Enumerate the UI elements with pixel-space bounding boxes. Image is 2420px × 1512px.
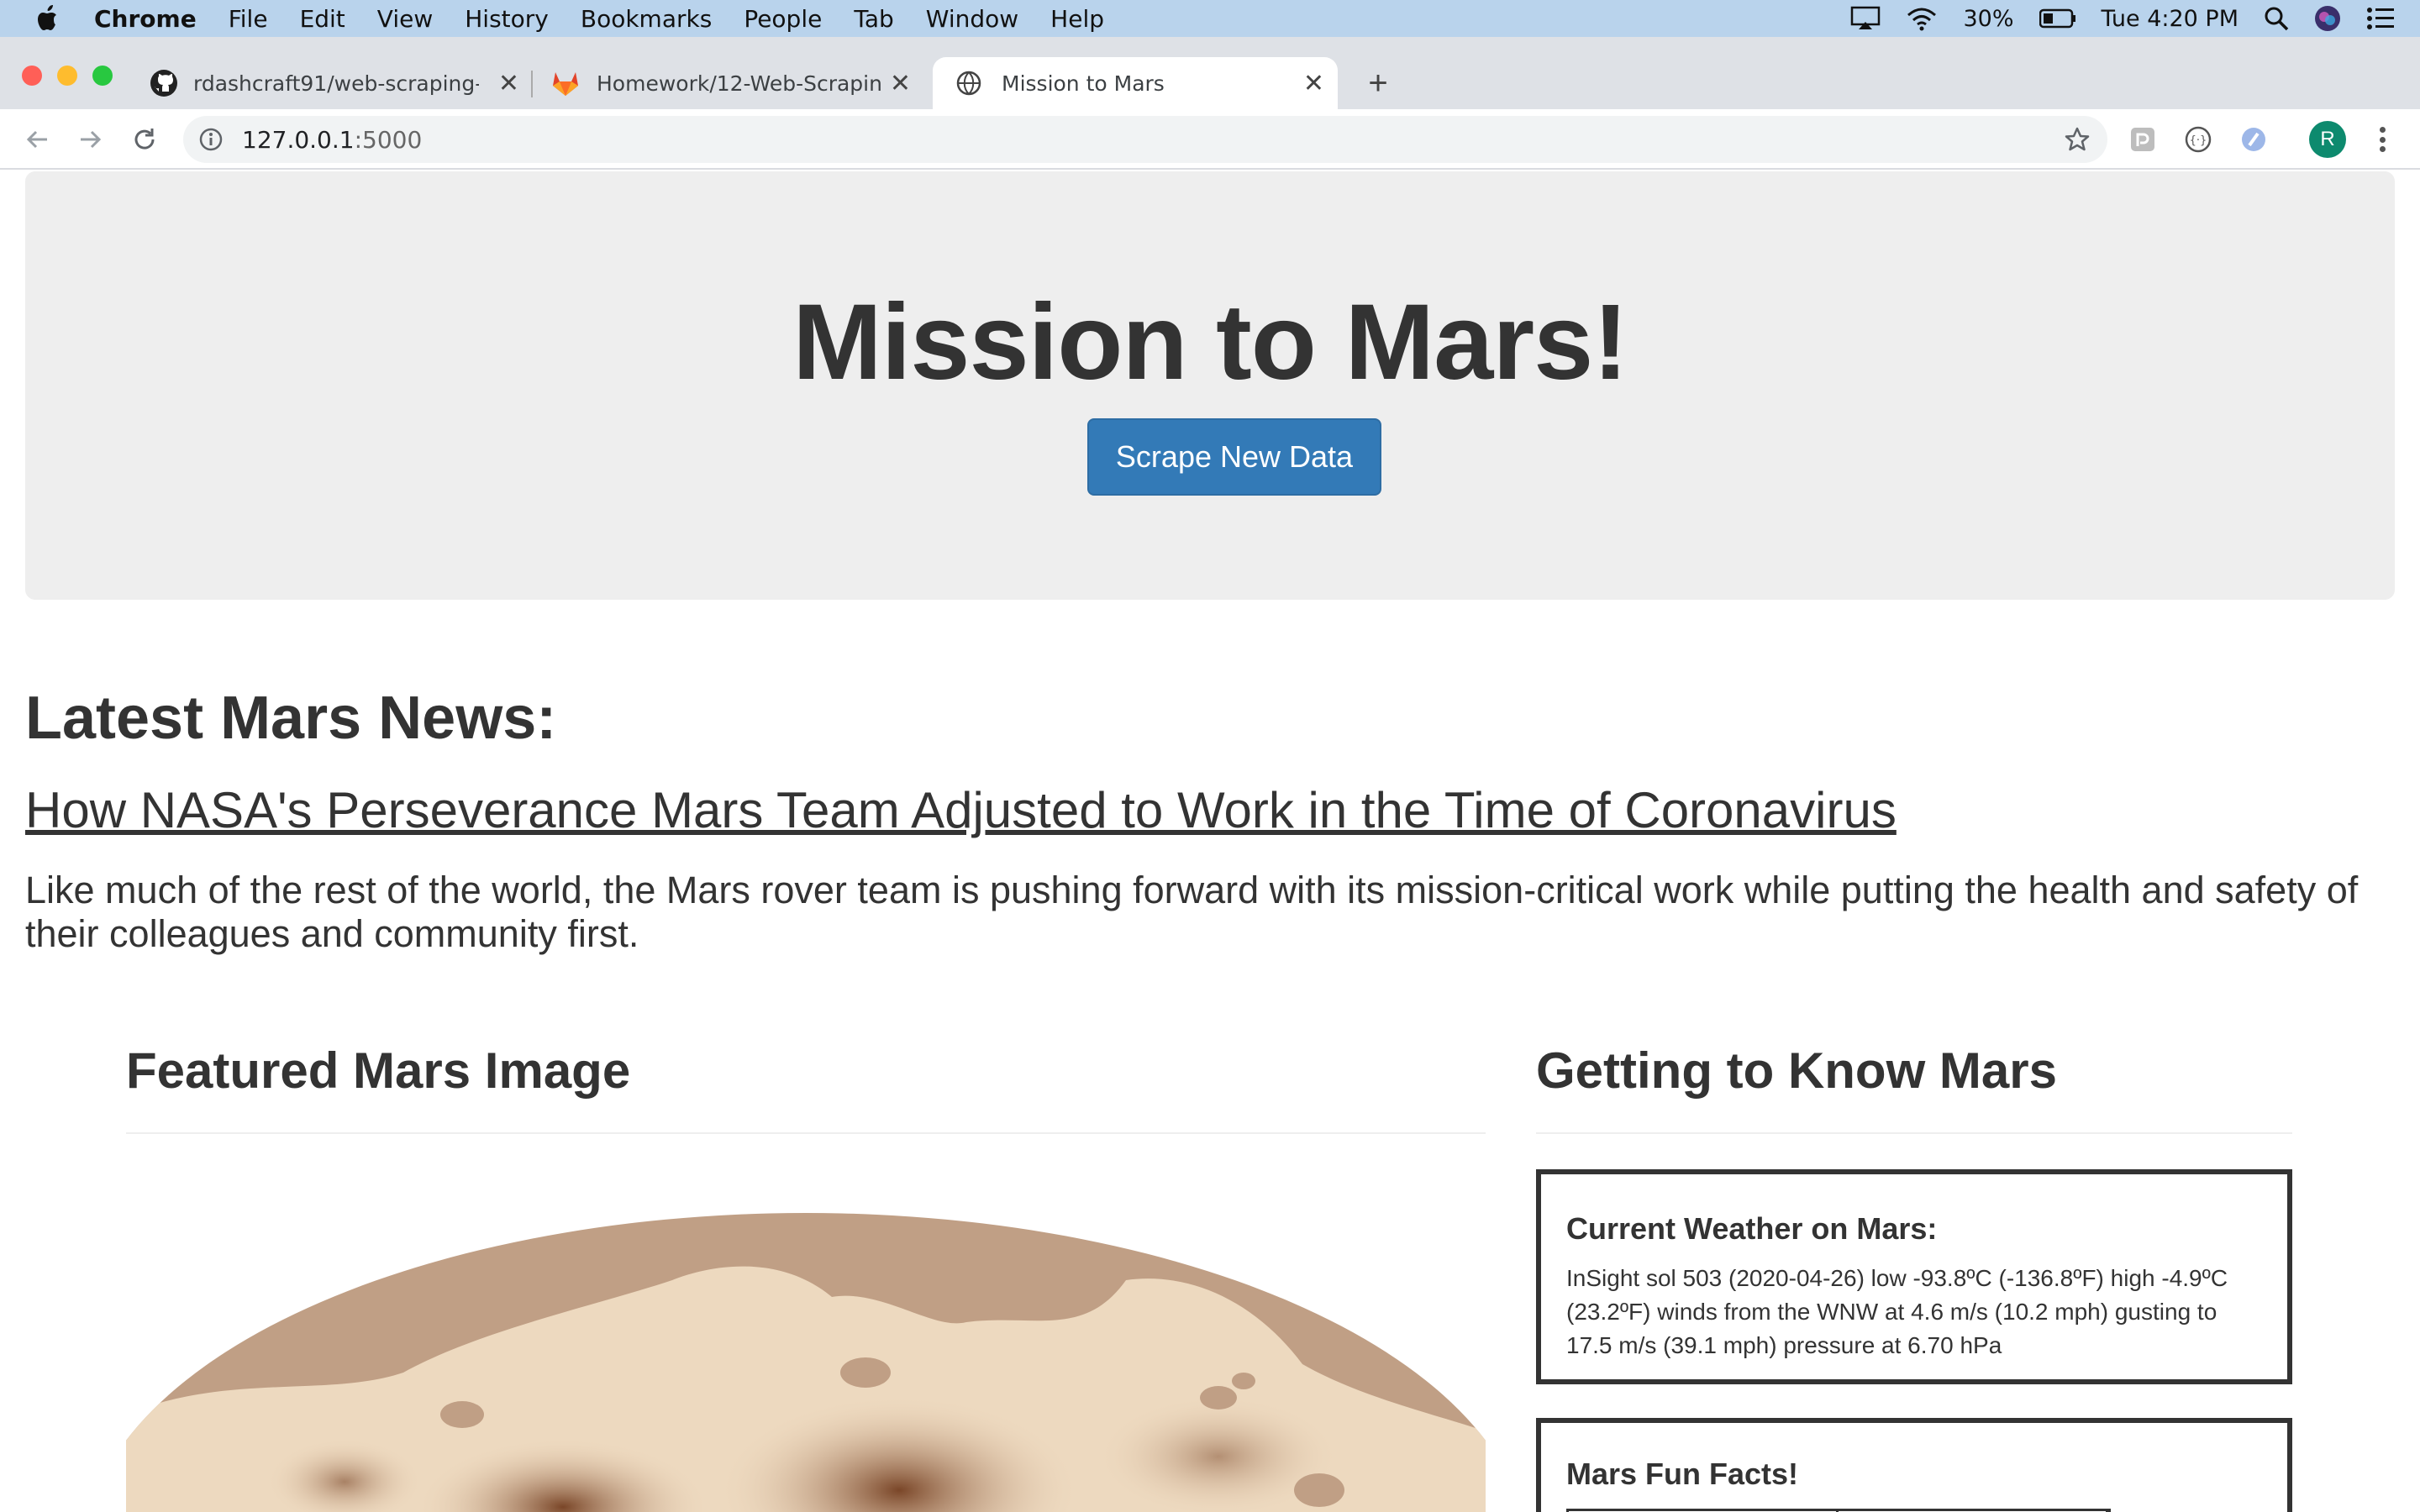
chrome-menu-icon[interactable]: [2370, 123, 2395, 156]
menu-bookmarks[interactable]: Bookmarks: [581, 5, 712, 33]
weather-panel: Current Weather on Mars: InSight sol 503…: [1536, 1169, 2292, 1384]
url-text[interactable]: 127.0.0.1:5000: [242, 126, 422, 154]
menu-chrome[interactable]: Chrome: [94, 5, 197, 33]
battery-icon[interactable]: [2039, 8, 2076, 29]
weather-text: InSight sol 503 (2020-04-26) low -93.8ºC…: [1566, 1265, 2228, 1358]
macos-menu-bar: Chrome File Edit View History Bookmarks …: [0, 0, 2420, 37]
spotlight-search-icon[interactable]: [2264, 6, 2289, 31]
menu-edit[interactable]: Edit: [300, 5, 345, 33]
profile-avatar[interactable]: R: [2309, 121, 2346, 158]
featured-image-heading: Featured Mars Image: [126, 1042, 631, 1099]
close-window-button[interactable]: [22, 66, 42, 86]
tab-separator: [531, 71, 533, 97]
globe-icon: [956, 71, 981, 96]
minimize-window-button[interactable]: [57, 66, 77, 86]
reload-button[interactable]: [128, 123, 161, 156]
tab-title: Mission to Mars: [1002, 71, 1165, 96]
zoom-window-button[interactable]: [92, 66, 113, 86]
address-bar[interactable]: 127.0.0.1:5000: [183, 116, 2107, 163]
back-button[interactable]: [20, 123, 54, 156]
tab-github[interactable]: rdashcraft91/web-scraping-ch ✕: [143, 57, 533, 109]
menu-file[interactable]: File: [229, 5, 268, 33]
url-host: 127.0.0.1: [242, 125, 355, 154]
github-icon: [150, 69, 178, 97]
close-tab-icon[interactable]: ✕: [1303, 69, 1324, 98]
browser-toolbar: 127.0.0.1:5000 {·} R: [0, 109, 2420, 170]
apple-icon[interactable]: [34, 3, 64, 34]
news-heading: Latest Mars News:: [25, 685, 557, 752]
news-paragraph: Like much of the rest of the world, the …: [25, 869, 2359, 955]
page-title: Mission to Mars!: [792, 282, 1628, 402]
tab-mission-to-mars[interactable]: Mission to Mars ✕: [933, 57, 1338, 109]
airplay-icon[interactable]: [1850, 6, 1881, 31]
battery-percent: 30%: [1963, 5, 2014, 32]
tab-title: Homework/12-Web-Scraping-a: [597, 71, 882, 96]
extension-icon[interactable]: [2128, 124, 2158, 155]
featured-mars-image[interactable]: [126, 1205, 1486, 1512]
menu-bar-status-area: 30% Tue 4:20 PM: [1850, 0, 2395, 37]
page-viewport: Mission to Mars! Scrape New Data Latest …: [0, 171, 2420, 1512]
tab-gitlab[interactable]: Homework/12-Web-Scraping-a ✕: [538, 57, 924, 109]
menu-window[interactable]: Window: [926, 5, 1018, 33]
tab-title: rdashcraft91/web-scraping-ch: [193, 71, 479, 96]
close-tab-icon[interactable]: ✕: [498, 69, 519, 98]
divider: [126, 1132, 1486, 1134]
close-tab-icon[interactable]: ✕: [890, 69, 911, 98]
url-port: :5000: [354, 125, 423, 154]
getting-to-know-heading: Getting to Know Mars: [1536, 1042, 2057, 1099]
svg-text:{·}: {·}: [2190, 134, 2207, 147]
menu-view[interactable]: View: [377, 5, 433, 33]
new-tab-button[interactable]: +: [1360, 57, 1397, 109]
menu-help[interactable]: Help: [1050, 5, 1104, 33]
facts-table: [1566, 1509, 2111, 1512]
site-info-icon[interactable]: [198, 127, 224, 152]
dev-extension-icon[interactable]: [2238, 124, 2269, 155]
divider: [1536, 1132, 2292, 1134]
tab-strip: rdashcraft91/web-scraping-ch ✕ Homework/…: [0, 37, 2420, 109]
weather-heading: Current Weather on Mars:: [1566, 1211, 1938, 1246]
menu-tab[interactable]: Tab: [854, 5, 893, 33]
notification-center-icon[interactable]: [2366, 7, 2395, 30]
facts-heading: Mars Fun Facts!: [1566, 1457, 1799, 1491]
gitlab-icon: [551, 70, 580, 97]
menu-people[interactable]: People: [744, 5, 822, 33]
scrape-new-data-button[interactable]: Scrape New Data: [1087, 418, 1381, 496]
bookmark-star-icon[interactable]: [2064, 126, 2091, 153]
facts-panel: Mars Fun Facts!: [1536, 1418, 2292, 1512]
wifi-icon[interactable]: [1906, 6, 1938, 31]
jumbotron: Mission to Mars! Scrape New Data: [25, 171, 2395, 600]
menu-bar-clock[interactable]: Tue 4:20 PM: [2102, 6, 2239, 32]
news-title-link[interactable]: How NASA's Perseverance Mars Team Adjust…: [25, 781, 1897, 839]
siri-icon[interactable]: [2314, 5, 2341, 32]
forward-button[interactable]: [74, 123, 108, 156]
menu-history[interactable]: History: [465, 5, 549, 33]
window-controls: [22, 66, 113, 86]
json-viewer-extension-icon[interactable]: {·}: [2183, 124, 2213, 155]
